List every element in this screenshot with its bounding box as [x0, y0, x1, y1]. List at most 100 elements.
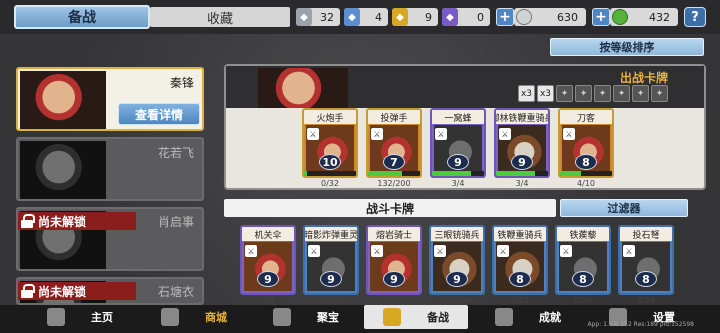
- unit-card[interactable]: 铁蒺藜 ⚔ 8: [555, 225, 611, 295]
- tab-prepare[interactable]: 备战: [14, 5, 150, 29]
- sword-icon: ⚔: [434, 245, 446, 257]
- unit-card[interactable]: 一窝蜂 ⚔ 9: [430, 108, 486, 178]
- card-progress-fill: [432, 171, 471, 176]
- card-count: 5/20: [637, 296, 655, 305]
- currency-silver: 630: [514, 8, 586, 26]
- sword-icon: ⚔: [499, 128, 511, 140]
- nav-shop[interactable]: 商城: [138, 305, 250, 329]
- unit-card[interactable]: 投石弩 ⚔ 8: [618, 225, 674, 295]
- card-cost: 9: [257, 271, 279, 287]
- hero-name: 石塘衣: [157, 285, 194, 299]
- card-name: 机关伞: [242, 227, 294, 241]
- card-cost: 8: [575, 154, 597, 170]
- skill-slot-icon[interactable]: ✦: [632, 85, 649, 102]
- achievement-icon: [495, 308, 513, 326]
- card-progress-bar: [368, 171, 420, 176]
- card-count: 8/20: [385, 296, 403, 305]
- card-cost: 9: [511, 154, 533, 170]
- card-cost: 8: [635, 271, 657, 287]
- deck-title: 出战卡牌: [619, 71, 668, 85]
- unit-card[interactable]: 火炮手 ⚔ 10: [302, 108, 358, 178]
- unit-card[interactable]: 刀客 ⚔ 8: [558, 108, 614, 178]
- unit-card[interactable]: 三眼铳骑兵 ⚔ 9: [429, 225, 485, 295]
- card-progress-bar: [432, 171, 484, 176]
- hero-name: 花若飞: [157, 146, 194, 160]
- card-count: 0/32: [321, 179, 339, 188]
- filter-button[interactable]: 过滤器: [560, 199, 688, 217]
- card-count: 27/20: [319, 296, 343, 305]
- view-details-button[interactable]: 查看详情: [118, 103, 200, 125]
- version-label: App: 1.0.0.152 Res:189 pid:152598: [587, 321, 695, 328]
- add-gem-button[interactable]: +: [592, 8, 610, 26]
- sword-icon: ⚔: [563, 128, 575, 140]
- hero-card-selected[interactable]: 秦锋 查看详情: [16, 67, 204, 131]
- nav-prepare[interactable]: 备战: [364, 305, 468, 329]
- unit-card[interactable]: 暗影炸弹重灵 ⚔ 9: [303, 225, 359, 295]
- card-cost: 8: [572, 271, 594, 287]
- help-button[interactable]: ?: [684, 7, 706, 27]
- locked-tag: 尚未解锁: [18, 282, 136, 300]
- card-name: 投石弩: [620, 227, 672, 241]
- tab-collection[interactable]: 收藏: [150, 7, 290, 27]
- sort-by-level-button[interactable]: 按等级排序: [550, 38, 704, 56]
- nav-achievement[interactable]: 成就: [472, 305, 584, 329]
- shield-gold-icon: ◆: [392, 8, 408, 26]
- unit-card[interactable]: 御林铁鞭重骑兵 ⚔ 9: [494, 108, 550, 178]
- nav-home[interactable]: 主页: [24, 305, 136, 329]
- card-cost: 7: [383, 154, 405, 170]
- locked-tag: 尚未解锁: [18, 212, 136, 230]
- top-bar: 备战 收藏 ◆ 32 ◆ 4 ◆ 9 ◆ 0 + 630 + 432 ?: [0, 0, 720, 34]
- hero-name: 肖启事: [157, 215, 194, 229]
- sword-icon: ⚔: [623, 245, 635, 257]
- card-cost: 9: [320, 271, 342, 287]
- hero-card-locked[interactable]: 肖启事 尚未解锁: [16, 207, 204, 271]
- resource-purple-shield: ◆ 0: [442, 8, 490, 26]
- unit-card[interactable]: 熔岩骑士 ⚔ 9: [366, 225, 422, 295]
- card-progress-fill: [496, 171, 535, 176]
- card-count: 4/10: [577, 179, 595, 188]
- skill-slot-icon[interactable]: ✦: [594, 85, 611, 102]
- sword-icon: ⚔: [245, 245, 257, 257]
- resource-silver-shield: ◆ 32: [296, 8, 340, 26]
- nav-treasure[interactable]: 聚宝: [250, 305, 362, 329]
- sword-icon: ⚔: [371, 245, 383, 257]
- deck-header: 出战卡牌 x3 x3 ✦ ✦ ✦ ✦ ✦ ✦: [226, 66, 704, 108]
- resource-gold-shield: ◆ 9: [392, 8, 438, 26]
- card-name: 铁蒺藜: [557, 227, 609, 241]
- home-icon: [47, 308, 65, 326]
- card-count: 3/4: [515, 179, 529, 188]
- sword-icon: ⚔: [497, 245, 509, 257]
- card-progress-bar: [496, 171, 548, 176]
- hero-card-locked[interactable]: 石塘衣 尚未解锁: [16, 277, 204, 305]
- skill-slot-icon[interactable]: ✦: [613, 85, 630, 102]
- currency-gem: 432: [610, 8, 678, 26]
- skill-slot-icon[interactable]: x3: [518, 85, 535, 102]
- add-silver-button[interactable]: +: [496, 8, 514, 26]
- card-count: 3/4: [261, 296, 275, 305]
- skill-slot-icon[interactable]: ✦: [556, 85, 573, 102]
- card-name: 刀客: [560, 110, 612, 124]
- skill-slot-icon[interactable]: x3: [537, 85, 554, 102]
- card-count: 3/4: [451, 179, 465, 188]
- card-cost: 10: [319, 154, 341, 170]
- card-cost: 9: [447, 154, 469, 170]
- unit-card[interactable]: 机关伞 ⚔ 9: [240, 225, 296, 295]
- unit-card[interactable]: 投弹手 ⚔ 7: [366, 108, 422, 178]
- card-name: 暗影炸弹重灵: [305, 227, 357, 241]
- card-name: 一窝蜂: [432, 110, 484, 124]
- shop-icon: [161, 308, 179, 326]
- unit-card[interactable]: 铁鞭重骑兵 ⚔ 8: [492, 225, 548, 295]
- card-progress-bar: [560, 171, 612, 176]
- resource-blue-shield: ◆ 4: [344, 8, 388, 26]
- sword-icon: ⚔: [560, 245, 572, 257]
- card-name: 御林铁鞭重骑兵: [496, 110, 548, 124]
- silver-coin-icon: [516, 9, 532, 25]
- hero-card[interactable]: 花若飞: [16, 137, 204, 201]
- card-count: 32/100: [442, 296, 472, 305]
- card-count: 132/200: [377, 179, 411, 188]
- card-name: 三眼铳骑兵: [431, 227, 483, 241]
- skill-slot-icon[interactable]: ✦: [651, 85, 668, 102]
- hero-portrait: [20, 141, 106, 199]
- card-progress-bar: [304, 171, 356, 176]
- skill-slot-icon[interactable]: ✦: [575, 85, 592, 102]
